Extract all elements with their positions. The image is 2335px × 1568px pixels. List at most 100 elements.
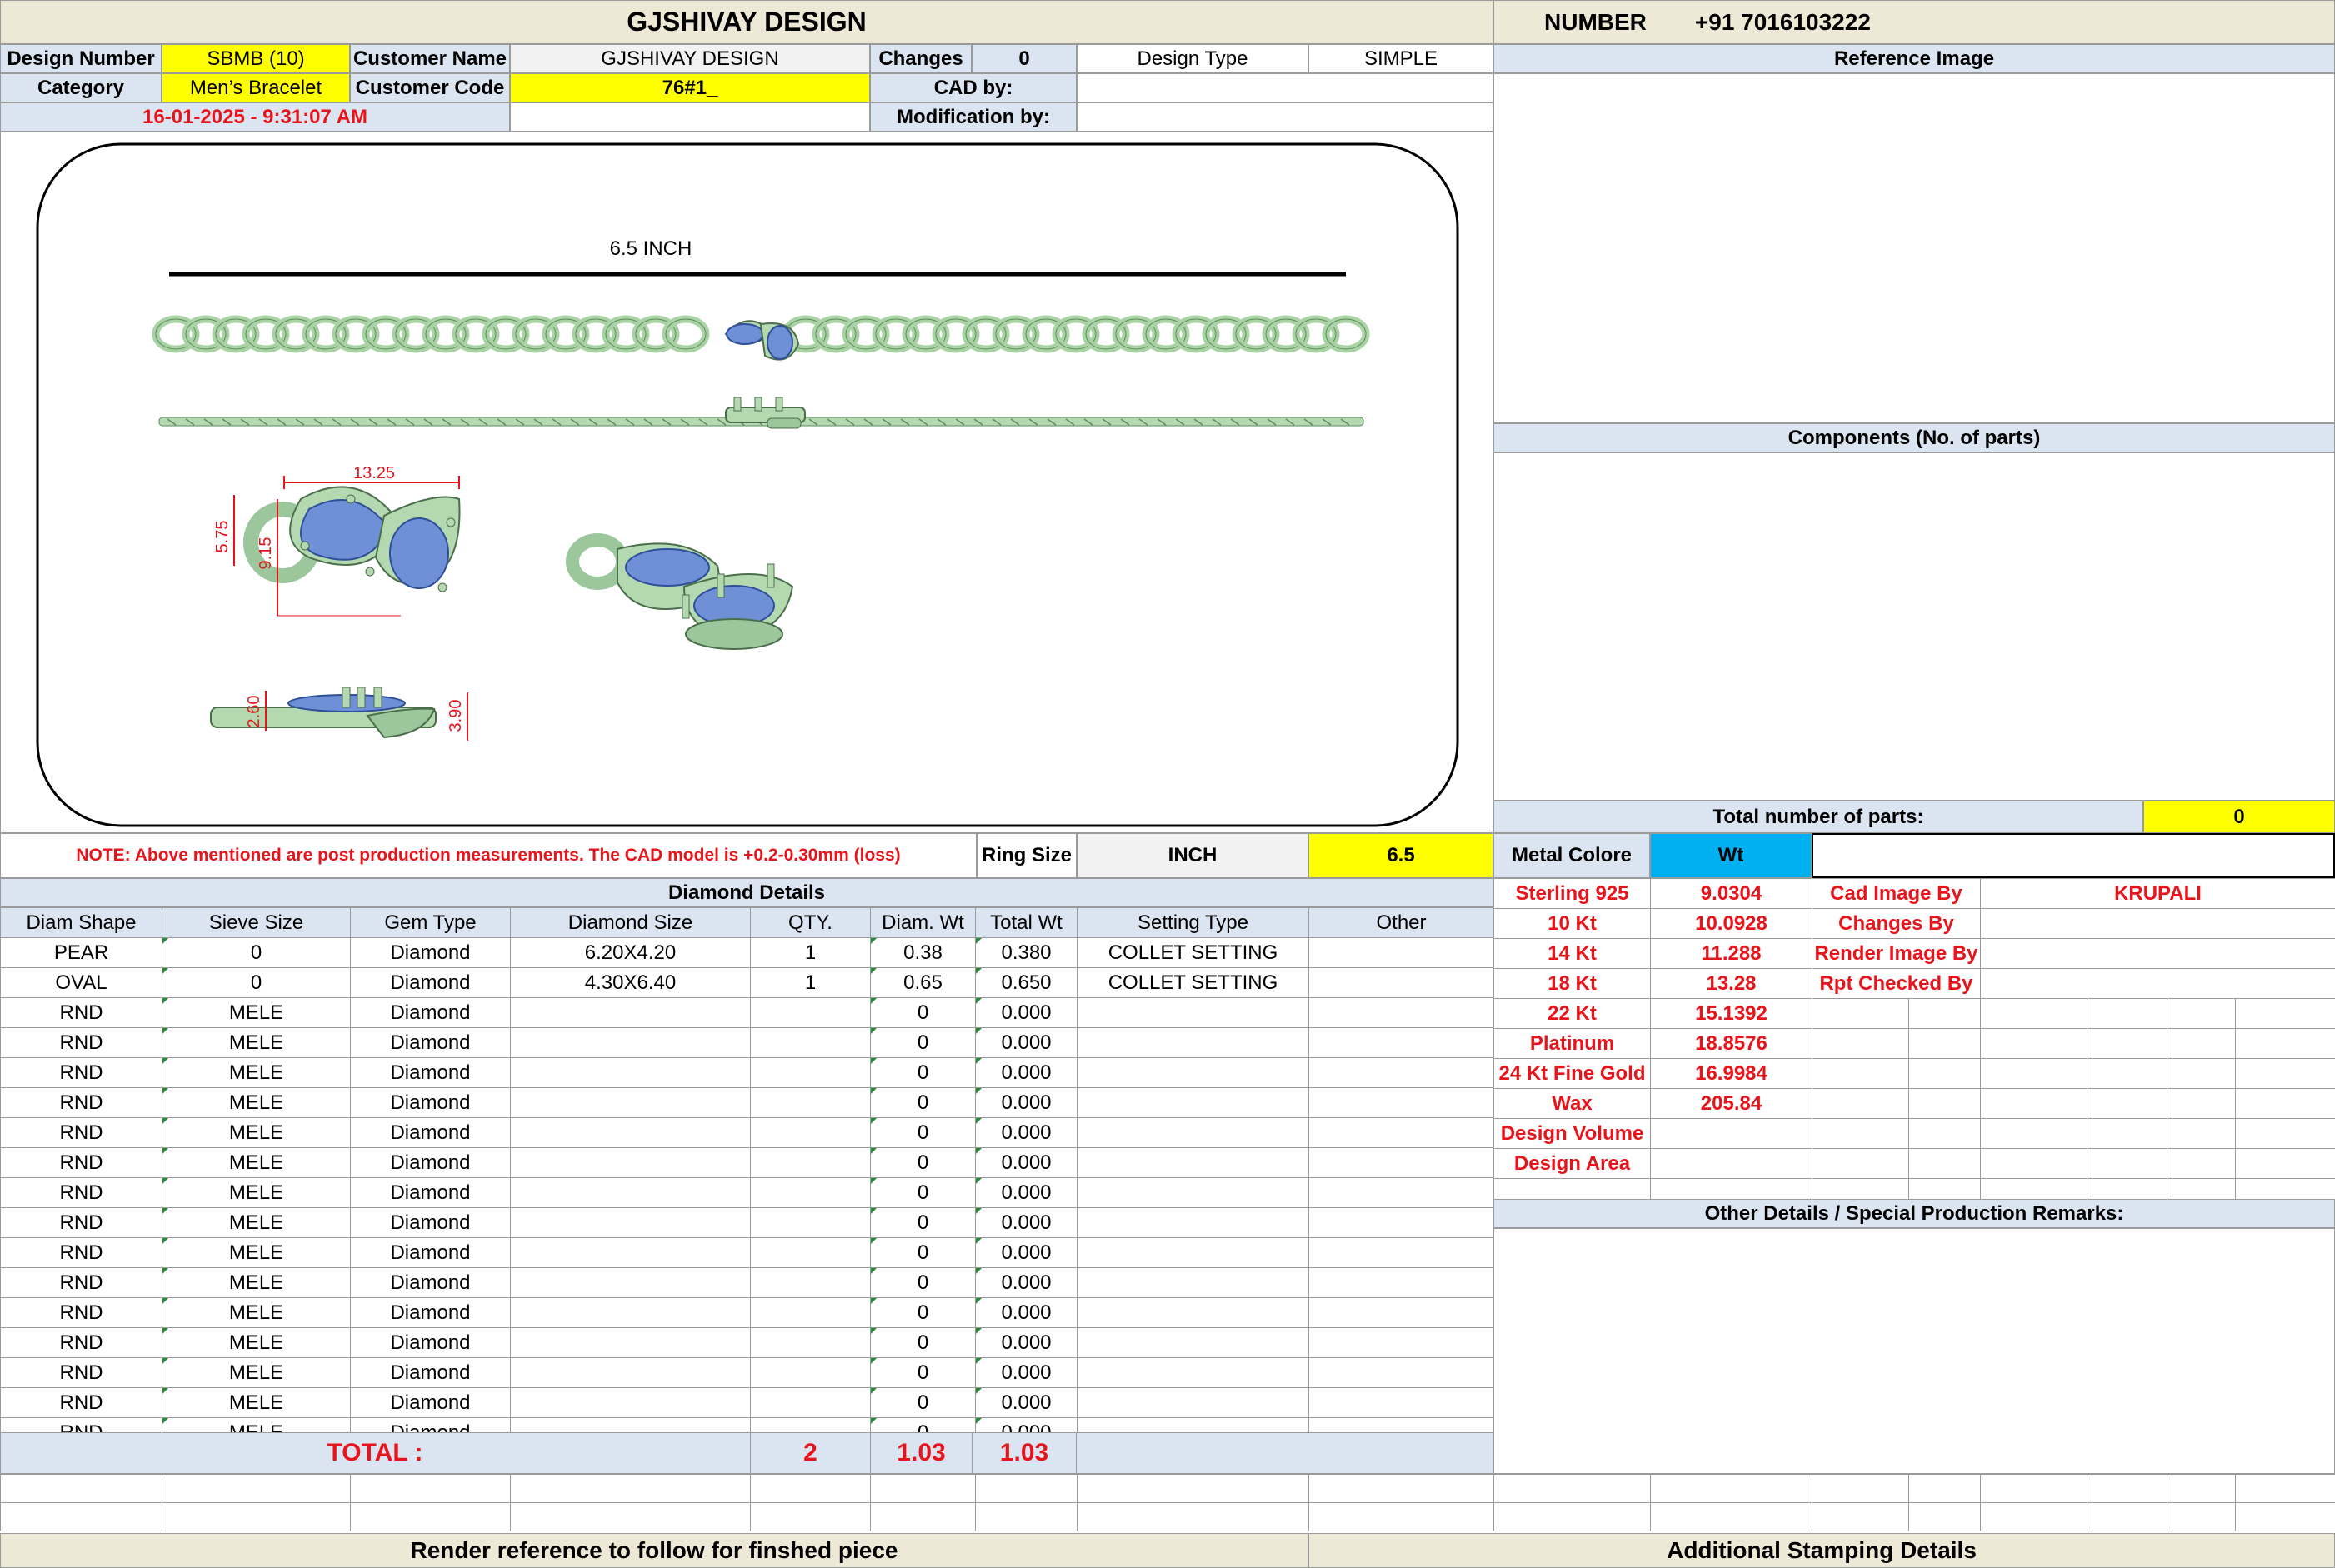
diamond-cell[interactable]: RND xyxy=(0,1237,162,1268)
customer-code-value[interactable]: 76#1_ xyxy=(510,73,870,102)
diamond-cell[interactable]: COLLET SETTING xyxy=(1077,967,1309,998)
diamond-cell[interactable] xyxy=(1077,1027,1309,1058)
diamond-cell[interactable] xyxy=(750,1147,871,1178)
diamond-cell[interactable]: 4.30X6.40 xyxy=(510,967,751,998)
blank-cell[interactable] xyxy=(162,1502,351,1531)
diamond-cell[interactable] xyxy=(1077,1327,1309,1358)
design-number-value[interactable]: SBMB (10) xyxy=(162,44,350,73)
diamond-cell[interactable] xyxy=(1077,997,1309,1028)
cad-by-value[interactable] xyxy=(1077,73,1493,102)
diamond-cell[interactable]: 0.38 xyxy=(870,937,976,968)
diamond-cell[interactable] xyxy=(750,1237,871,1268)
diamond-cell[interactable] xyxy=(510,1147,751,1178)
diamond-cell[interactable]: 0.000 xyxy=(975,997,1078,1028)
blank-cell[interactable] xyxy=(1980,1502,2088,1531)
diamond-cell[interactable] xyxy=(750,1327,871,1358)
diamond-cell[interactable]: MELE xyxy=(162,1237,351,1268)
blank-cell[interactable] xyxy=(1493,1502,1651,1531)
diamond-cell[interactable] xyxy=(750,1207,871,1238)
diamond-cell[interactable]: 0.65 xyxy=(870,967,976,998)
diamond-cell[interactable]: 0 xyxy=(870,1117,976,1148)
ring-size-value[interactable]: 6.5 xyxy=(1308,833,1493,878)
category-value[interactable]: Men’s Bracelet xyxy=(162,73,350,102)
blank-cell[interactable] xyxy=(1908,1474,1981,1503)
blank-cell[interactable] xyxy=(1308,1474,1494,1503)
diamond-cell[interactable] xyxy=(510,1357,751,1388)
diamond-cell[interactable]: 0 xyxy=(870,1357,976,1388)
blank-cell[interactable] xyxy=(1493,1474,1651,1503)
diamond-cell[interactable]: 0 xyxy=(870,1027,976,1058)
diamond-cell[interactable]: Diamond xyxy=(350,1357,511,1388)
diamond-cell[interactable]: 0 xyxy=(162,937,351,968)
diamond-cell[interactable]: 0 xyxy=(870,1087,976,1118)
diamond-cell[interactable] xyxy=(510,997,751,1028)
diamond-cell[interactable] xyxy=(510,1327,751,1358)
metal-weight[interactable]: 16.9984 xyxy=(1650,1058,1812,1089)
diamond-cell[interactable] xyxy=(1308,997,1494,1028)
diamond-cell[interactable] xyxy=(750,1297,871,1328)
total-parts-value[interactable]: 0 xyxy=(2143,801,2335,833)
design-type-value[interactable]: SIMPLE xyxy=(1308,44,1493,73)
diamond-cell[interactable] xyxy=(750,1177,871,1208)
diamond-cell[interactable]: Diamond xyxy=(350,1267,511,1298)
blank-cell[interactable] xyxy=(2087,1474,2168,1503)
metal-weight[interactable]: 18.8576 xyxy=(1650,1028,1812,1059)
diamond-cell[interactable]: MELE xyxy=(162,1027,351,1058)
metal-weight[interactable]: 9.0304 xyxy=(1650,878,1812,909)
diamond-cell[interactable]: MELE xyxy=(162,1297,351,1328)
diamond-cell[interactable]: RND xyxy=(0,1177,162,1208)
diamond-cell[interactable]: RND xyxy=(0,1387,162,1418)
credit-value[interactable] xyxy=(1979,908,2335,939)
metal-weight[interactable] xyxy=(1650,1118,1812,1149)
diamond-cell[interactable] xyxy=(1308,1387,1494,1418)
metal-weight[interactable]: 205.84 xyxy=(1650,1088,1812,1119)
metal-weight[interactable]: 13.28 xyxy=(1650,968,1812,999)
blank-cell[interactable] xyxy=(1812,1502,1909,1531)
diamond-cell[interactable]: 0.000 xyxy=(975,1147,1078,1178)
blank-cell[interactable] xyxy=(2235,1474,2335,1503)
diamond-cell[interactable]: COLLET SETTING xyxy=(1077,937,1309,968)
diamond-cell[interactable] xyxy=(1077,1387,1309,1418)
diamond-cell[interactable] xyxy=(1077,1207,1309,1238)
diamond-cell[interactable]: Diamond xyxy=(350,1177,511,1208)
blank-cell[interactable] xyxy=(1077,1474,1309,1503)
diamond-cell[interactable]: MELE xyxy=(162,1147,351,1178)
blank-cell[interactable] xyxy=(1650,1474,1812,1503)
diamond-cell[interactable]: RND xyxy=(0,1087,162,1118)
diamond-cell[interactable]: 0 xyxy=(870,1237,976,1268)
diamond-cell[interactable]: 0 xyxy=(870,1327,976,1358)
blank-cell[interactable] xyxy=(510,1474,751,1503)
diamond-cell[interactable] xyxy=(1308,1087,1494,1118)
blank-cell[interactable] xyxy=(0,1502,162,1531)
diamond-cell[interactable]: Diamond xyxy=(350,1057,511,1088)
diamond-cell[interactable]: MELE xyxy=(162,997,351,1028)
diamond-cell[interactable]: RND xyxy=(0,1297,162,1328)
blank-cell[interactable] xyxy=(2167,1502,2236,1531)
diamond-cell[interactable]: 0.000 xyxy=(975,1207,1078,1238)
diamond-cell[interactable]: 0.000 xyxy=(975,1267,1078,1298)
diamond-cell[interactable] xyxy=(1308,1147,1494,1178)
diamond-cell[interactable]: RND xyxy=(0,1057,162,1088)
diamond-cell[interactable]: 6.20X4.20 xyxy=(510,937,751,968)
diamond-cell[interactable] xyxy=(750,1027,871,1058)
diamond-cell[interactable]: RND xyxy=(0,1327,162,1358)
diamond-cell[interactable]: 0.000 xyxy=(975,1177,1078,1208)
diamond-cell[interactable]: 0.380 xyxy=(975,937,1078,968)
diamond-cell[interactable] xyxy=(1308,1267,1494,1298)
diamond-cell[interactable]: 0 xyxy=(870,1057,976,1088)
diamond-cell[interactable]: RND xyxy=(0,1117,162,1148)
diamond-cell[interactable] xyxy=(1077,1357,1309,1388)
customer-name-value[interactable]: GJSHIVAY DESIGN xyxy=(510,44,870,73)
diamond-cell[interactable]: Diamond xyxy=(350,1027,511,1058)
diamond-cell[interactable] xyxy=(1308,1117,1494,1148)
diamond-cell[interactable]: MELE xyxy=(162,1117,351,1148)
diamond-cell[interactable]: Diamond xyxy=(350,1327,511,1358)
diamond-cell[interactable]: RND xyxy=(0,1207,162,1238)
diamond-cell[interactable] xyxy=(750,1117,871,1148)
diamond-cell[interactable]: 0.000 xyxy=(975,1057,1078,1088)
diamond-cell[interactable]: Diamond xyxy=(350,937,511,968)
diamond-cell[interactable]: Diamond xyxy=(350,1087,511,1118)
diamond-cell[interactable] xyxy=(1308,1027,1494,1058)
diamond-cell[interactable]: MELE xyxy=(162,1207,351,1238)
diamond-cell[interactable] xyxy=(1308,967,1494,998)
